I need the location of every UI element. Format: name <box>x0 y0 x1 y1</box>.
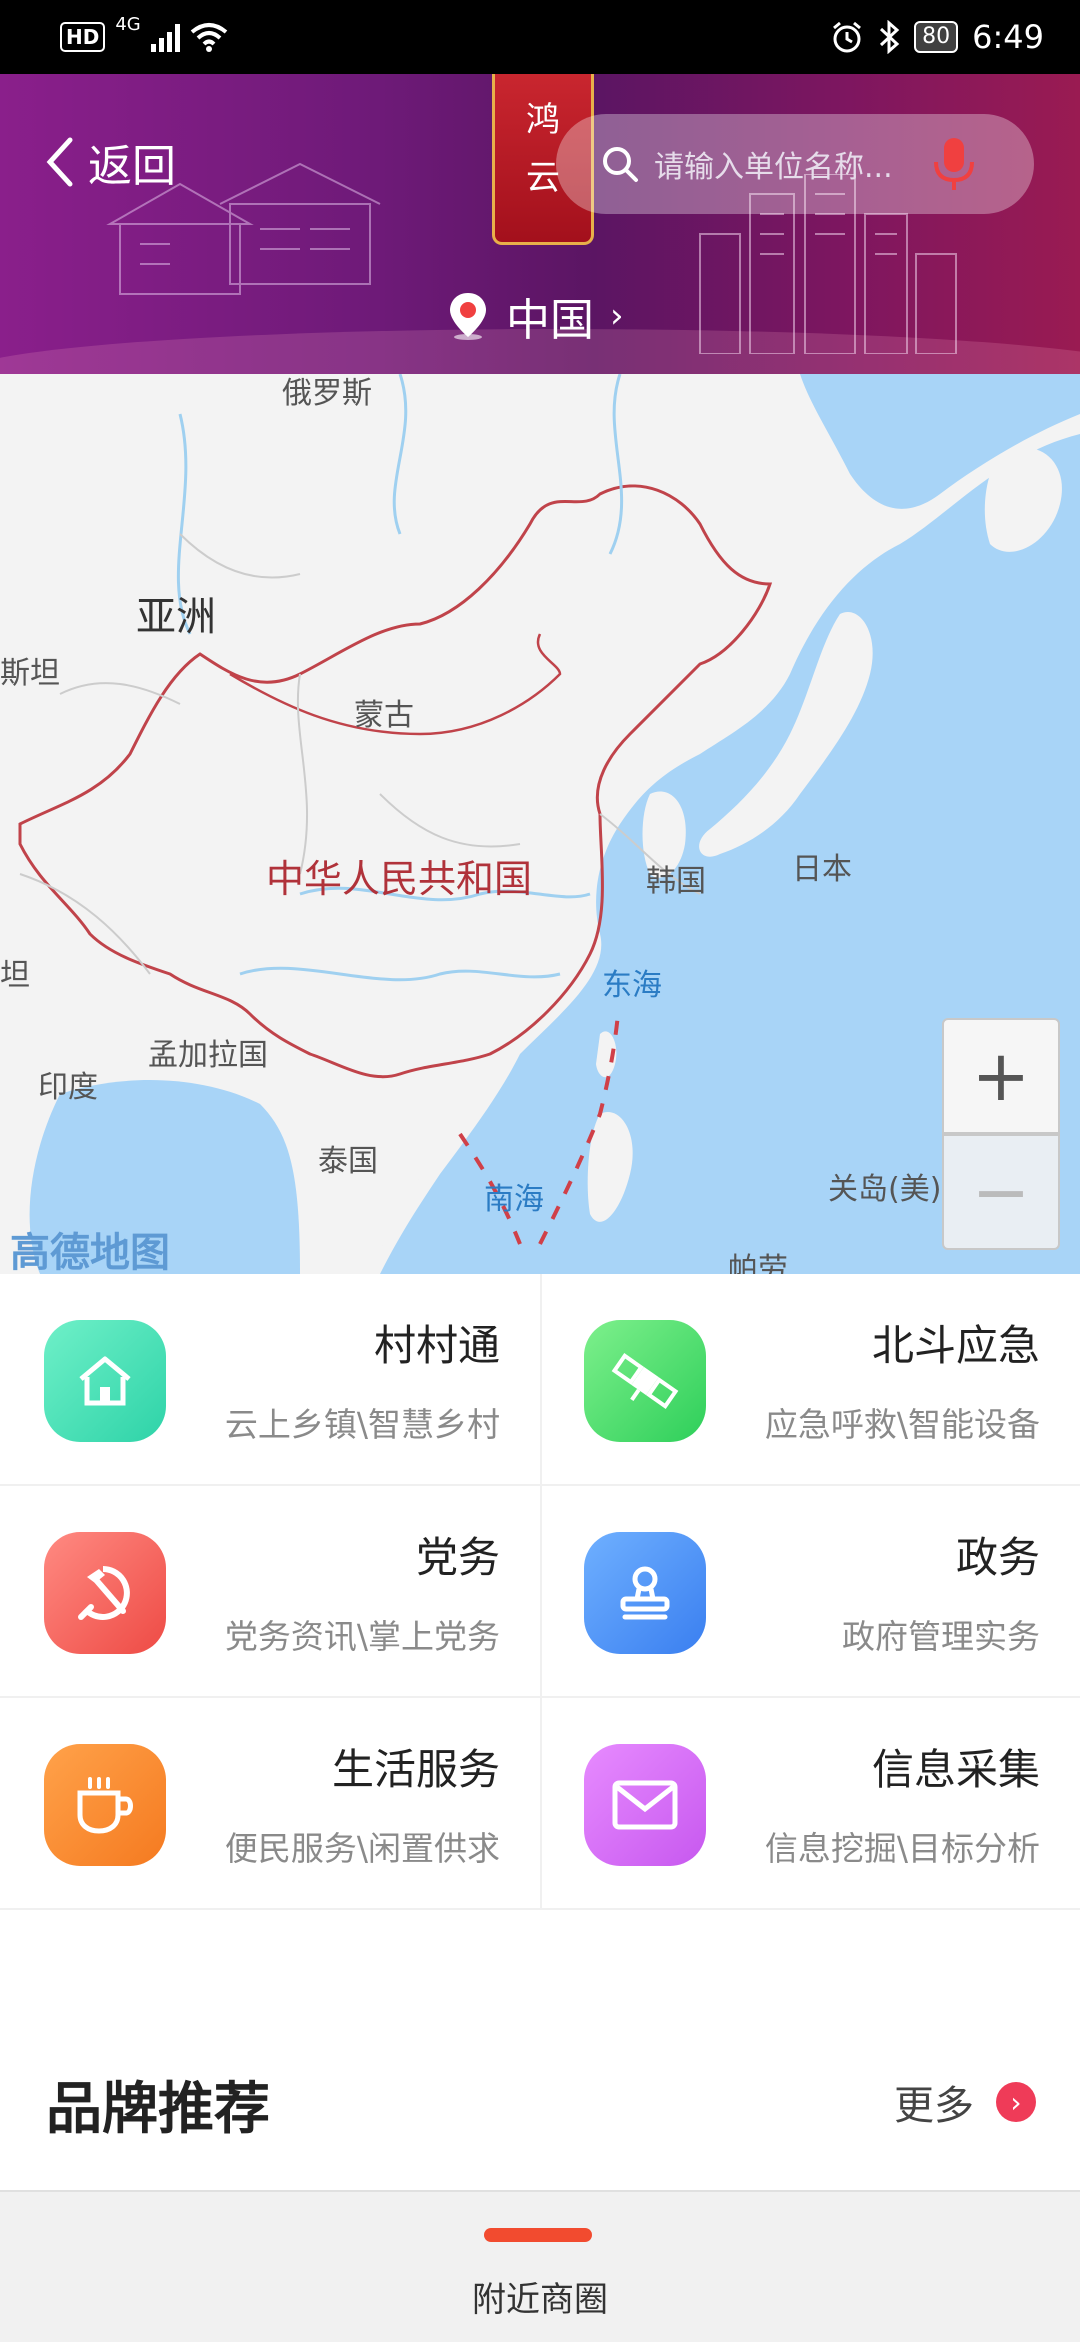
bottom-nav: 附近商圈 <box>0 2190 1080 2342</box>
service-grid: 村村通 云上乡镇\智慧乡村 北斗应急 应急呼救\智能设备 党务 党务资讯\掌上党… <box>0 1274 1080 1934</box>
map-label-india: 印度 <box>38 1070 98 1105</box>
map-label-tan: 坦 <box>0 958 30 993</box>
satellite-icon <box>611 1353 679 1409</box>
service-subtitle: 党务资讯\掌上党务 <box>224 1617 500 1656</box>
service-title: 信息采集 <box>871 1745 1040 1794</box>
service-subtitle: 政府管理实务 <box>842 1617 1040 1656</box>
clock: 6:49 <box>972 18 1044 56</box>
bluetooth-icon <box>880 20 900 54</box>
more-button[interactable]: 更多 › <box>894 2072 1036 2132</box>
more-label: 更多 <box>894 2083 974 2129</box>
service-title: 村村通 <box>373 1321 500 1370</box>
status-right: 80 6:49 <box>830 10 1044 64</box>
map-label-asia: 亚洲 <box>136 594 216 640</box>
service-card-government[interactable]: 政务 政府管理实务 <box>540 1486 1080 1698</box>
service-icon-bg <box>44 1744 166 1866</box>
search-bar[interactable]: 请输入单位名称... <box>556 114 1034 214</box>
service-subtitle: 云上乡镇\智慧乡村 <box>224 1405 500 1444</box>
service-icon-bg <box>44 1532 166 1654</box>
coffee-cup-icon <box>77 1777 133 1834</box>
microphone-icon[interactable] <box>932 136 976 192</box>
search-icon <box>603 147 638 182</box>
nav-active-indicator <box>484 2228 592 2242</box>
location-label: 中国 <box>506 295 594 346</box>
wifi-icon <box>190 23 228 52</box>
map-label-bangladesh: 孟加拉国 <box>148 1038 268 1073</box>
service-card-party[interactable]: 党务 党务资讯\掌上党务 <box>0 1486 542 1698</box>
header-banner: 返回 鸿 云 请输入单位名称... 中国 › <box>0 74 1080 374</box>
service-card-life[interactable]: 生活服务 便民服务\闲置供求 <box>0 1698 542 1910</box>
map-label-russia: 俄罗斯 <box>282 376 372 411</box>
map-base <box>0 374 1080 1274</box>
signal-icon <box>150 22 180 52</box>
service-subtitle: 应急呼救\智能设备 <box>764 1405 1040 1444</box>
chevron-right-circle-icon: › <box>996 2082 1036 2122</box>
battery-indicator: 80 <box>914 21 959 53</box>
hammer-sickle-icon <box>78 1566 130 1620</box>
service-icon-bg <box>584 1744 706 1866</box>
location-pin-icon <box>450 293 486 340</box>
hd-badge: HD <box>60 22 106 52</box>
map-label-south-sea: 南海 <box>484 1182 544 1217</box>
service-icon-bg <box>584 1320 706 1442</box>
map-label-guam: 关岛(美) <box>828 1172 942 1207</box>
stamp-icon <box>620 1566 670 1620</box>
zoom-out-button[interactable]: − <box>942 1134 1060 1250</box>
zoom-in-button[interactable]: + <box>942 1018 1060 1134</box>
service-card-info-collection[interactable]: 信息采集 信息挖掘\目标分析 <box>540 1698 1080 1910</box>
map-label-thailand: 泰国 <box>318 1144 378 1179</box>
service-icon-bg <box>44 1320 166 1442</box>
service-icon-bg <box>584 1532 706 1654</box>
service-subtitle: 信息挖掘\目标分析 <box>764 1829 1040 1868</box>
map-label-stan: 斯坦 <box>0 656 60 691</box>
brand-section-title: 品牌推荐 <box>46 2077 270 2142</box>
map-view[interactable]: 俄罗斯 亚洲 斯坦 蒙古 中华人民共和国 韩国 日本 东海 坦 孟加拉国 印度 … <box>0 374 1080 1274</box>
service-title: 生活服务 <box>331 1745 500 1794</box>
service-title: 北斗应急 <box>871 1321 1040 1370</box>
service-card-village[interactable]: 村村通 云上乡镇\智慧乡村 <box>0 1274 542 1486</box>
alarm-icon <box>833 21 862 53</box>
back-label: 返回 <box>88 141 176 192</box>
status-bar: HD 4G 80 6:49 <box>0 0 1080 74</box>
search-input[interactable]: 请输入单位名称... <box>654 142 914 186</box>
house-icon <box>79 1356 131 1406</box>
envelope-icon <box>612 1780 678 1830</box>
back-button[interactable]: 返回 <box>44 132 176 192</box>
map-label-east-sea: 东海 <box>602 968 662 1003</box>
map-label-china: 中华人民共和国 <box>266 857 533 901</box>
service-card-beidou[interactable]: 北斗应急 应急呼救\智能设备 <box>540 1274 1080 1486</box>
map-label-korea: 韩国 <box>646 864 706 899</box>
service-title: 政务 <box>955 1533 1040 1582</box>
status-left: HD 4G <box>60 14 228 60</box>
map-label-palau: 帕劳 <box>728 1252 788 1274</box>
network-type: 4G <box>115 14 141 35</box>
nav-item-nearby[interactable]: 附近商圈 <box>0 2272 1080 2321</box>
map-provider-logo: 高德地图 <box>10 1230 170 1274</box>
chevron-right-icon: › <box>610 296 624 336</box>
service-subtitle: 便民服务\闲置供求 <box>224 1829 500 1868</box>
service-title: 党务 <box>415 1533 500 1582</box>
chevron-left-icon <box>46 137 73 187</box>
location-selector[interactable]: 中国 › <box>446 286 624 346</box>
map-label-mongolia: 蒙古 <box>354 698 414 733</box>
map-label-japan: 日本 <box>792 852 852 887</box>
